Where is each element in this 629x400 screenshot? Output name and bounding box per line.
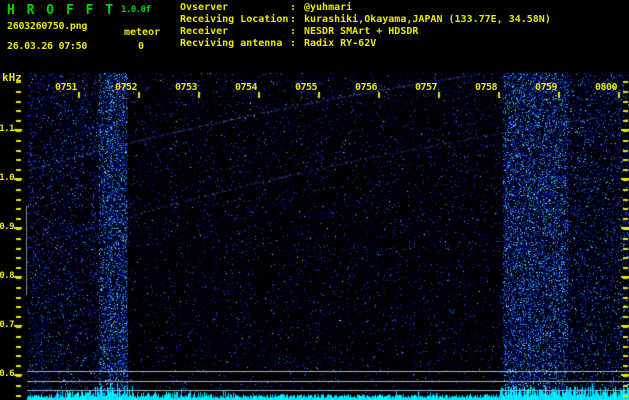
- x-tick-label: 0755: [293, 82, 319, 93]
- y-tick-label: 0.6: [0, 369, 14, 379]
- y-tick-label: 0.8: [0, 271, 14, 281]
- info-row-location: Receiving Location : kurashiki,Okayama,J…: [180, 14, 551, 26]
- datetime-label: 26.03.26 07:50: [7, 41, 87, 52]
- x-tick-label: 0754: [233, 82, 259, 93]
- info-label: Receiver: [180, 26, 290, 38]
- info-colon: :: [290, 14, 304, 26]
- y-axis-unit-label: kHz: [2, 71, 22, 84]
- meteor-label: meteor: [124, 27, 160, 38]
- info-value: NESDR SMArt + HDSDR: [304, 26, 418, 38]
- info-label: Ovserver: [180, 2, 290, 14]
- station-info-block: Ovserver : @yuhmari Receiving Location :…: [180, 2, 551, 50]
- info-colon: :: [290, 38, 304, 50]
- y-tick-label: 0.9: [0, 222, 14, 232]
- info-row-observer: Ovserver : @yuhmari: [180, 2, 551, 14]
- app-title: H R O F F T: [7, 3, 115, 18]
- spectrogram-canvas: [0, 0, 629, 400]
- hrofft-window: H R O F F T 1.0.0f 2603260750.png meteor…: [0, 0, 629, 400]
- x-tick-label: 0756: [353, 82, 379, 93]
- filename-label: 2603260750.png: [7, 21, 87, 32]
- x-tick-label: 0752: [113, 82, 139, 93]
- y-tick-label: 1.0: [0, 173, 14, 183]
- y-tick-label: 0.7: [0, 320, 14, 330]
- info-value: @yuhmari: [304, 2, 352, 14]
- info-colon: :: [290, 26, 304, 38]
- info-label: Receiving Location: [180, 14, 290, 26]
- info-colon: :: [290, 2, 304, 14]
- info-value: Radix RY-62V: [304, 38, 376, 50]
- x-tick-label: 0758: [473, 82, 499, 93]
- version-label: 1.0.0f: [121, 5, 151, 15]
- y-tick-label: 1.1: [0, 124, 14, 134]
- x-tick-label: 0753: [173, 82, 199, 93]
- info-label: Recviving antenna: [180, 38, 290, 50]
- x-tick-label: 0757: [413, 82, 439, 93]
- x-tick-label: 0751: [53, 82, 79, 93]
- info-row-antenna: Recviving antenna : Radix RY-62V: [180, 38, 551, 50]
- x-tick-label: 0759: [533, 82, 559, 93]
- info-row-receiver: Receiver : NESDR SMArt + HDSDR: [180, 26, 551, 38]
- info-value: kurashiki,Okayama,JAPAN (133.77E, 34.58N…: [304, 14, 551, 26]
- x-tick-label: 0800: [593, 82, 619, 93]
- meteor-count: 0: [138, 41, 144, 52]
